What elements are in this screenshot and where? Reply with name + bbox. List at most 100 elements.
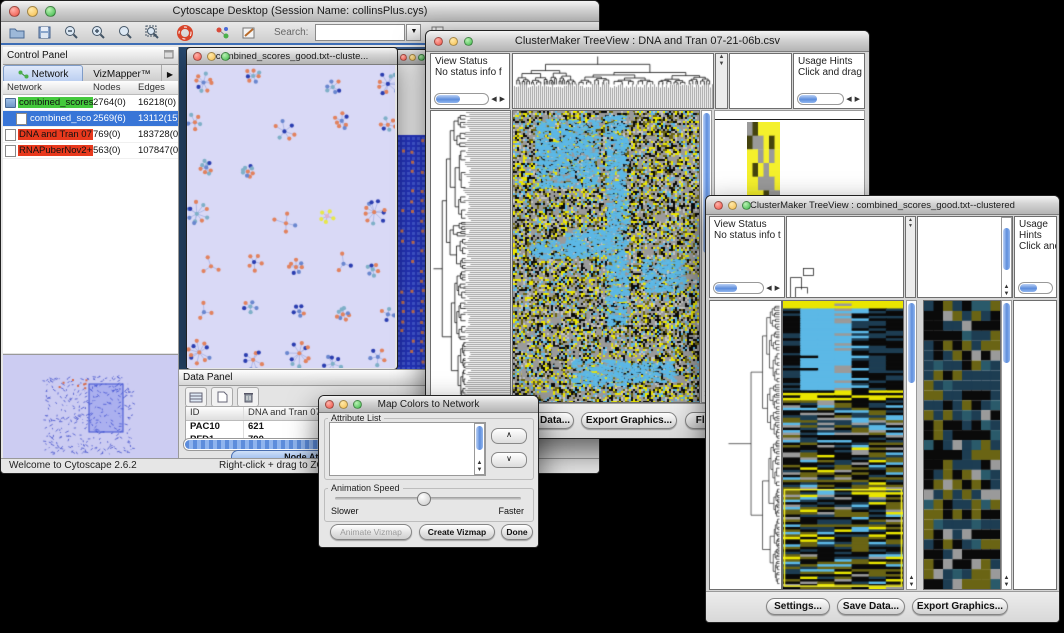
attribute-list-vscrollbar[interactable]: ▲▼: [474, 423, 485, 475]
column-label[interactable]: [919, 217, 930, 297]
view-status-hscrollbar[interactable]: [713, 282, 764, 294]
tv2-labels-vscrollbar[interactable]: ▲▼: [1001, 217, 1012, 298]
scroll-right-icon[interactable]: ▶: [775, 284, 781, 292]
save-data-button[interactable]: Save Data...: [837, 598, 905, 615]
search-input[interactable]: [315, 24, 405, 41]
column-label[interactable]: [972, 217, 983, 297]
animate-vizmap-button[interactable]: Animate Vizmap: [330, 524, 412, 540]
tv2-heatmap[interactable]: [782, 300, 904, 590]
zoom-selected-icon[interactable]: [115, 24, 135, 42]
network-edges-count: 13112(15): [138, 113, 178, 124]
network-table-row[interactable]: combined_scores 2764(0) 16218(0): [3, 95, 178, 111]
network-table-header[interactable]: Network Nodes Edges: [3, 81, 178, 95]
close-button[interactable]: [9, 6, 20, 17]
network-canvas[interactable]: [187, 65, 395, 368]
tv2-heatmap-vscrollbar[interactable]: ▲▼: [906, 300, 917, 590]
main-titlebar[interactable]: Cytoscape Desktop (Session Name: collins…: [1, 1, 599, 22]
close-button[interactable]: [193, 52, 202, 61]
vizmapper-icon[interactable]: [212, 24, 232, 42]
scroll-left-icon[interactable]: ◀: [491, 95, 497, 103]
zoom-out-icon[interactable]: [61, 24, 81, 42]
network-edges-count: 107847(0): [138, 145, 178, 156]
delete-attribute-icon[interactable]: [237, 387, 259, 407]
scroll-left-icon[interactable]: ◀: [766, 284, 772, 292]
export-graphics-button[interactable]: Export Graphics...: [912, 598, 1008, 615]
zoom-button[interactable]: [221, 52, 230, 61]
minimize-button[interactable]: [728, 201, 737, 210]
scroll-right-icon[interactable]: ▶: [500, 95, 506, 103]
treeview1-titlebar[interactable]: ClusterMaker TreeView : DNA and Tran 07-…: [426, 31, 869, 52]
zoom-button[interactable]: [353, 400, 362, 409]
speed-slider-thumb[interactable]: [417, 492, 431, 506]
close-button[interactable]: [434, 37, 443, 46]
column-label[interactable]: [781, 54, 791, 108]
zoom-in-icon[interactable]: [88, 24, 108, 42]
tab-vizmapper-label: VizMapper™: [93, 69, 151, 80]
close-button[interactable]: [400, 54, 407, 61]
tv1-column-dendrogram[interactable]: [512, 53, 714, 109]
column-label[interactable]: [761, 54, 771, 108]
network-table-row[interactable]: combined_sco 2569(6) 13112(15): [3, 111, 178, 127]
tv2-zoom-vscrollbar[interactable]: ▲▼: [1001, 300, 1012, 590]
network-icon: [18, 70, 29, 79]
network-name: combined_sco: [29, 113, 92, 124]
treeview2-titlebar[interactable]: ClusterMaker TreeView : combined_scores_…: [706, 196, 1059, 215]
annotation-icon[interactable]: [239, 24, 259, 42]
column-label[interactable]: [951, 217, 962, 297]
tv2-column-dendrogram[interactable]: [786, 216, 904, 298]
slower-label: Slower: [331, 506, 359, 516]
tv2-row-dendrogram[interactable]: [709, 300, 782, 590]
zoom-button[interactable]: [464, 37, 473, 46]
new-attribute-icon[interactable]: [211, 387, 233, 407]
float-panel-icon[interactable]: [164, 50, 174, 62]
network-table-row[interactable]: RNAPuberNov2+ 563(0) 107847(0): [3, 143, 178, 159]
tv2-splitter[interactable]: ▲▼: [905, 216, 916, 298]
zoom-fit-icon[interactable]: [142, 24, 162, 42]
help-lifesaver-icon[interactable]: [175, 24, 195, 42]
create-vizmap-button[interactable]: Create Vizmap: [419, 524, 495, 540]
dialog-titlebar[interactable]: Map Colors to Network: [319, 396, 538, 413]
minimize-button[interactable]: [27, 6, 38, 17]
tab-network-label: Network: [32, 69, 69, 80]
column-label[interactable]: [930, 217, 941, 297]
close-button[interactable]: [714, 201, 723, 210]
birdseye-view[interactable]: [3, 354, 178, 459]
network-edges-count: 16218(0): [138, 97, 178, 108]
tv1-zoom-heatmap[interactable]: [747, 122, 780, 204]
select-attributes-icon[interactable]: [185, 387, 207, 407]
export-graphics-button[interactable]: Export Graphics...: [581, 412, 677, 429]
column-label[interactable]: [982, 217, 993, 297]
column-label[interactable]: [732, 54, 742, 108]
scroll-right-icon[interactable]: ▶: [855, 95, 861, 103]
tv1-row-dendrogram[interactable]: [430, 110, 511, 403]
column-label[interactable]: [961, 217, 972, 297]
done-button[interactable]: Done: [501, 524, 533, 540]
minimize-button[interactable]: [409, 54, 416, 61]
column-label[interactable]: [752, 54, 762, 108]
close-button[interactable]: [325, 400, 334, 409]
minimize-button[interactable]: [339, 400, 348, 409]
zoom-button[interactable]: [742, 201, 751, 210]
settings-button[interactable]: Settings...: [766, 598, 830, 615]
search-dropdown-button[interactable]: ▼: [406, 24, 421, 41]
zoom-button[interactable]: [45, 6, 56, 17]
save-icon[interactable]: [34, 24, 54, 42]
open-file-icon[interactable]: [7, 24, 27, 42]
column-label[interactable]: [771, 54, 781, 108]
usage-hints-hscrollbar[interactable]: [797, 93, 844, 105]
tv1-splitter[interactable]: ▲▼: [715, 53, 728, 109]
column-label[interactable]: [940, 217, 951, 297]
tv2-zoom-heatmap[interactable]: [923, 300, 1001, 590]
column-label[interactable]: [742, 54, 752, 108]
zoom-button[interactable]: [418, 54, 425, 61]
tv1-heatmap[interactable]: [512, 110, 700, 403]
view-status-hscrollbar[interactable]: [434, 93, 489, 105]
scroll-left-icon[interactable]: ◀: [846, 95, 852, 103]
move-down-button[interactable]: ∨: [491, 452, 527, 468]
minimize-button[interactable]: [207, 52, 216, 61]
minimize-button[interactable]: [449, 37, 458, 46]
usage-hints-hscrollbar[interactable]: [1018, 282, 1053, 294]
move-up-button[interactable]: ∧: [491, 428, 527, 444]
network-table-row[interactable]: DNA and Tran 07 769(0) 183728(0): [3, 127, 178, 143]
main-window-title: Cytoscape Desktop (Session Name: collins…: [1, 5, 599, 17]
